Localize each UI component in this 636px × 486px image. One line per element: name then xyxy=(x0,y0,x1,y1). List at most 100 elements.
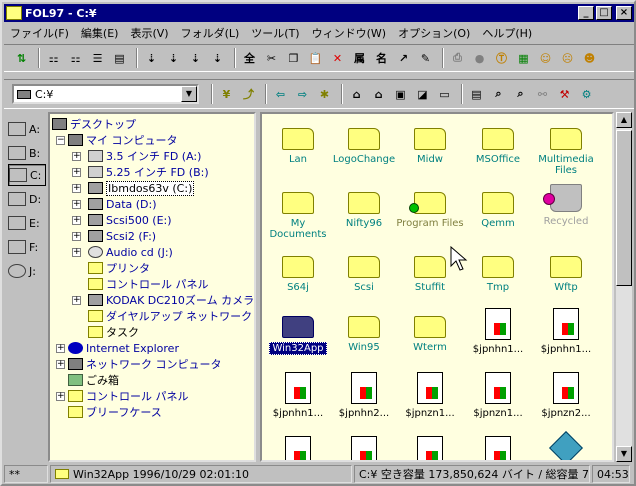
tree-item-drive-b[interactable]: 5.25 インチ FD (B:) xyxy=(88,164,209,180)
up-folder-icon[interactable]: ⤴ xyxy=(239,85,258,104)
cut-icon[interactable]: ✂ xyxy=(262,49,281,68)
file-item[interactable]: My Documents xyxy=(264,184,332,240)
tree-item-drive-d[interactable]: Data (D:) xyxy=(88,196,157,212)
folder-properties-icon[interactable]: ▤ xyxy=(467,85,486,104)
compress-icon[interactable]: ◪ xyxy=(413,85,432,104)
tree-item-desktop[interactable]: デスクトップ xyxy=(52,116,136,132)
file-item[interactable]: Wterm xyxy=(396,308,464,353)
properties-icon[interactable]: 属 xyxy=(350,49,369,68)
expander-plus[interactable]: + xyxy=(72,168,81,177)
tree-item-my-computer[interactable]: マイ コンピュータ xyxy=(68,132,178,148)
menu-tools[interactable]: ツール(T) xyxy=(245,25,305,41)
sort-type-icon[interactable]: ⇣ xyxy=(164,49,183,68)
details-view-icon[interactable]: ▤ xyxy=(110,49,129,68)
expander-plus[interactable]: + xyxy=(72,248,81,257)
file-item[interactable]: Win95 xyxy=(330,308,398,353)
sort-size-icon[interactable]: ⇣ xyxy=(186,49,205,68)
file-item[interactable]: $jpnhn2... xyxy=(330,372,398,419)
drive-c-button[interactable]: C: xyxy=(8,164,46,186)
select-all-icon[interactable]: 全 xyxy=(240,49,259,68)
info-circle-icon[interactable]: Ⓣ xyxy=(492,49,511,68)
tree-item-control-panel[interactable]: コントロール パネル xyxy=(88,276,209,292)
find-file-icon[interactable]: ⌕ xyxy=(489,85,508,104)
drive-b-button[interactable]: B: xyxy=(8,142,46,164)
file-list[interactable]: Lan LogoChange Midw MSOffice Multimedia … xyxy=(260,112,614,462)
expander-plus[interactable]: + xyxy=(72,184,81,193)
expander-plus[interactable]: + xyxy=(72,296,81,305)
tree-item-dialup-network[interactable]: ダイヤルアップ ネットワーク xyxy=(88,308,252,324)
file-item-selected[interactable]: Win32App xyxy=(264,308,332,355)
link-icon[interactable]: ⚯ xyxy=(533,85,552,104)
tree-item-drive-j[interactable]: Audio cd (J:) xyxy=(88,244,173,260)
file-item[interactable]: $jpnzn1... xyxy=(396,372,464,419)
file-item[interactable]: $jpnhn1... xyxy=(532,308,600,355)
menu-window[interactable]: ウィンドウ(W) xyxy=(306,25,392,41)
tree-item-network[interactable]: ネットワーク コンピュータ xyxy=(68,356,222,372)
expander-plus[interactable]: + xyxy=(56,392,65,401)
tree-item-tasks[interactable]: タスク xyxy=(88,324,139,340)
tree-item-drive-a[interactable]: 3.5 インチ FD (A:) xyxy=(88,148,201,164)
drive-e-button[interactable]: E: xyxy=(8,212,46,234)
tools-icon[interactable]: ⚒ xyxy=(555,85,574,104)
file-item[interactable]: Program Files xyxy=(396,184,464,229)
map-network-icon[interactable]: ⌂ xyxy=(347,85,366,104)
title-bar[interactable]: FOL97 - C:¥ _ □ × xyxy=(4,4,634,22)
tree-item-internet-explorer[interactable]: Internet Explorer xyxy=(68,340,179,356)
rename-icon[interactable]: 名 xyxy=(372,49,391,68)
file-item[interactable]: Recycled xyxy=(532,184,600,227)
face-glasses-icon[interactable]: ☻ xyxy=(580,49,599,68)
tree-item-drive-c[interactable]: Ibmdos63v (C:) xyxy=(88,180,195,196)
expander-plus[interactable]: + xyxy=(72,200,81,209)
copy-icon[interactable]: ❐ xyxy=(284,49,303,68)
file-item-partial[interactable] xyxy=(464,436,532,460)
back-arrow-icon[interactable]: ⇦ xyxy=(271,85,290,104)
tree-item-drive-e[interactable]: Scsi500 (E:) xyxy=(88,212,172,228)
search-icon[interactable]: ⌕ xyxy=(511,85,530,104)
menu-help[interactable]: ヘルプ(H) xyxy=(476,25,538,41)
file-item[interactable]: Qemm xyxy=(464,184,532,229)
shortcut-icon[interactable]: ↗ xyxy=(394,49,413,68)
scroll-up-icon[interactable]: ▲ xyxy=(616,112,632,128)
scroll-down-icon[interactable]: ▼ xyxy=(616,446,632,462)
favorite-folder-icon[interactable]: ✱ xyxy=(315,85,334,104)
file-item[interactable]: Midw xyxy=(396,120,464,165)
print-icon[interactable]: ⎙ xyxy=(448,49,467,68)
drive-a-button[interactable]: A: xyxy=(8,118,46,140)
new-file-icon[interactable]: ✎ xyxy=(416,49,435,68)
file-item[interactable]: LogoChange xyxy=(330,120,398,165)
file-item-partial[interactable] xyxy=(264,436,332,460)
sort-name-icon[interactable]: ⇣ xyxy=(142,49,161,68)
file-item[interactable]: Wftp xyxy=(532,248,600,293)
tree-item-briefcase[interactable]: ブリーフケース xyxy=(68,404,162,420)
scroll-thumb[interactable] xyxy=(616,130,632,286)
tree-item-control-panel-2[interactable]: コントロール パネル xyxy=(68,388,189,404)
menu-folder[interactable]: フォルダ(L) xyxy=(175,25,246,41)
small-icons-icon[interactable]: ⚏ xyxy=(66,49,85,68)
file-item[interactable]: $jpnhn1... xyxy=(464,308,532,355)
menu-file[interactable]: ファイル(F) xyxy=(4,25,75,41)
tree-item-printers[interactable]: プリンタ xyxy=(88,260,150,276)
file-item[interactable]: Multimedia Files xyxy=(532,120,600,176)
expander-plus[interactable]: + xyxy=(72,232,81,241)
file-item[interactable]: Lan xyxy=(264,120,332,165)
list-view-icon[interactable]: ☰ xyxy=(88,49,107,68)
record-icon[interactable]: ● xyxy=(470,49,489,68)
drive-j-button[interactable]: J: xyxy=(8,260,46,282)
close-button[interactable]: × xyxy=(616,6,632,20)
file-item[interactable]: Tmp xyxy=(464,248,532,293)
paste-icon[interactable]: 📋 xyxy=(306,49,325,68)
file-item[interactable]: S64j xyxy=(264,248,332,293)
expander-plus[interactable]: + xyxy=(72,216,81,225)
file-item[interactable]: $jpnhn1... xyxy=(264,372,332,419)
expander-plus[interactable]: + xyxy=(72,152,81,161)
face-smile-icon[interactable]: ☺ xyxy=(536,49,555,68)
menu-options[interactable]: オプション(O) xyxy=(392,25,476,41)
expander-minus[interactable]: − xyxy=(56,136,65,145)
sort-date-icon[interactable]: ⇣ xyxy=(208,49,227,68)
tree-item-drive-f[interactable]: Scsi2 (F:) xyxy=(88,228,156,244)
menu-edit[interactable]: 編集(E) xyxy=(75,25,125,41)
tree-item-recycle-bin[interactable]: ごみ箱 xyxy=(68,372,119,388)
menu-view[interactable]: 表示(V) xyxy=(124,25,174,41)
folder-tree[interactable]: デスクトップ − マイ コンピュータ + 3.5 インチ FD (A:) + 5… xyxy=(48,112,256,462)
tree-item-kodak-camera[interactable]: KODAK DC210ズーム カメラ xyxy=(88,292,254,308)
